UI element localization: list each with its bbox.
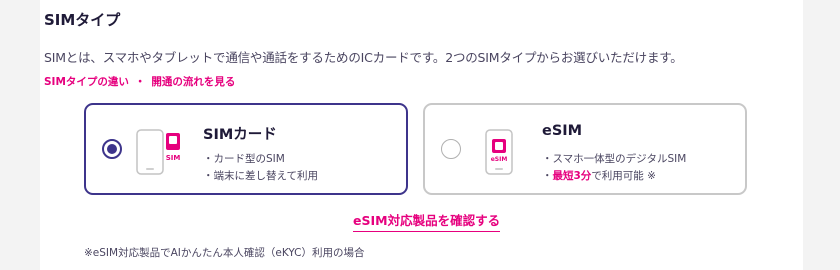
sim-chip-label: SIM xyxy=(166,154,181,162)
sim-card-feature: ・端末に差し替えて利用 xyxy=(203,170,318,182)
link-separator: ・ xyxy=(134,76,146,88)
info-links: SIMタイプの違い・開通の流れを見る xyxy=(44,74,235,89)
sim-type-difference-link[interactable]: SIMタイプの違い xyxy=(44,76,129,88)
esim-feature-activation: ・最短3分で利用可能 ※ xyxy=(542,168,656,183)
esim-feature-bullet: ・ xyxy=(542,170,553,182)
activation-flow-link[interactable]: 開通の流れを見る xyxy=(151,76,235,88)
footnote: ※eSIM対応製品でAIかんたん本人確認（eKYC）利用の場合 xyxy=(84,247,365,259)
sim-card-phone-icon: SIM xyxy=(136,129,181,175)
sim-card-radio[interactable] xyxy=(102,139,122,159)
esim-feature-highlight: 最短3分 xyxy=(552,170,592,182)
sim-card-title: SIMカード xyxy=(203,127,277,143)
esim-feature: ・スマホ一体型のデジタルSIM xyxy=(542,153,687,165)
esim-option[interactable]: eSIM eSIM ・スマホ一体型のデジタルSIM ・最短3分で利用可能 ※ xyxy=(423,103,747,195)
esim-radio[interactable] xyxy=(441,139,461,159)
esim-feature-suffix: で利用可能 ※ xyxy=(591,170,656,182)
esim-title: eSIM xyxy=(542,123,583,139)
sim-card-option[interactable]: SIM SIMカード ・カード型のSIM ・端末に差し替えて利用 xyxy=(84,103,408,195)
section-title: SIMタイプ xyxy=(44,11,121,29)
esim-compatible-devices-link[interactable]: eSIM対応製品を確認する xyxy=(353,210,501,232)
esim-chip-label: eSIM xyxy=(491,156,508,163)
esim-phone-icon: eSIM xyxy=(485,129,513,175)
section-description: SIMとは、スマホやタブレットで通信や通話をするためのICカードです。2つのSI… xyxy=(44,50,683,65)
sim-card-feature: ・カード型のSIM xyxy=(203,153,285,165)
